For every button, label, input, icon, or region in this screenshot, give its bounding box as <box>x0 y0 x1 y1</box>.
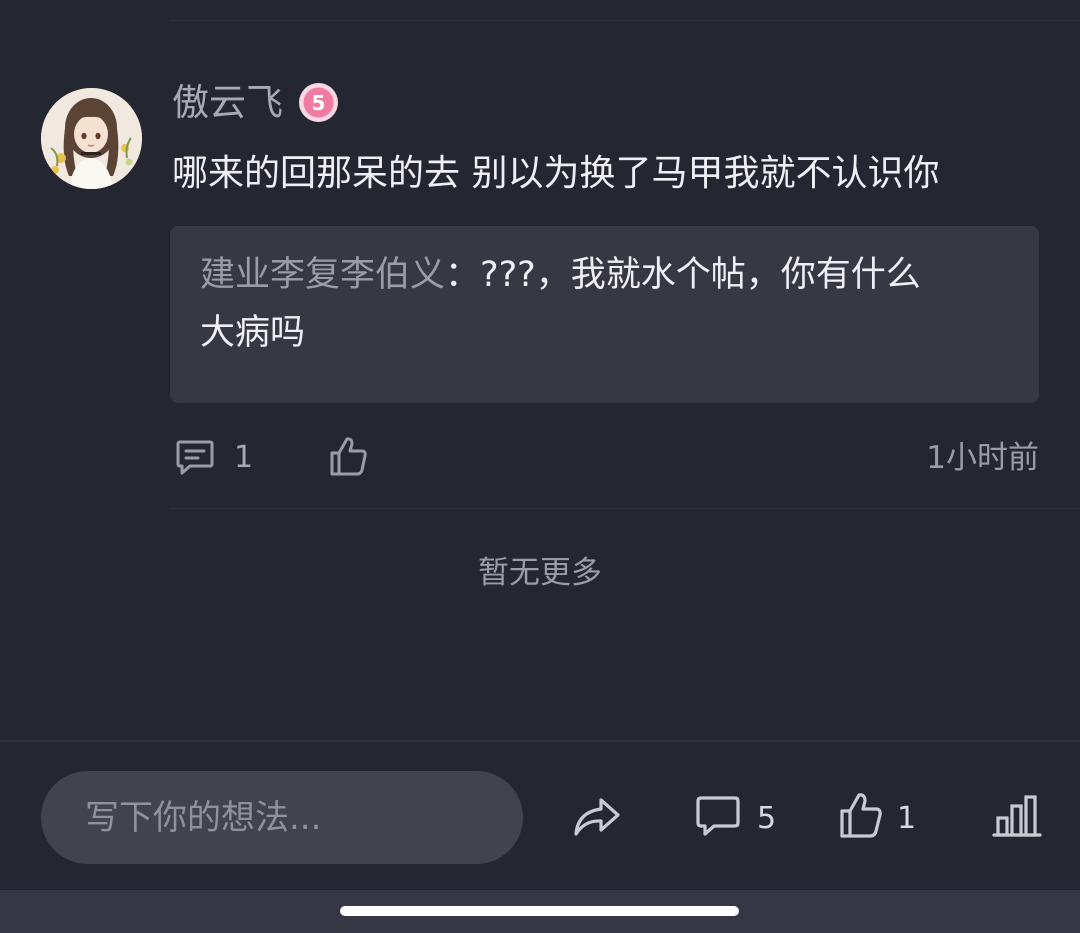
bottom-action-bar: 5 1 <box>0 740 1080 892</box>
reply-separator: ： <box>445 255 481 295</box>
comment-input-container[interactable] <box>41 771 523 864</box>
thumbs-up-icon[interactable] <box>838 790 884 840</box>
reply-text-line-1: ???，我就水个帖，你有什么 <box>480 255 921 295</box>
reply-count: 1 <box>234 440 254 475</box>
comment-count: 5 <box>757 801 777 836</box>
home-indicator[interactable] <box>340 906 739 916</box>
reply-author[interactable]: 建业李复李伯义 <box>200 255 445 295</box>
like-count: 1 <box>897 801 917 836</box>
reply-text-line-2: 大病吗 <box>200 313 306 353</box>
avatar[interactable] <box>41 88 142 189</box>
level-badge-icon: 5 <box>299 83 338 122</box>
reply-line-1: 建业李复李伯义：???，我就水个帖，你有什么 <box>200 240 1009 310</box>
divider <box>170 20 1080 21</box>
comment-input[interactable] <box>83 796 507 839</box>
avatar-illustration <box>41 88 142 189</box>
username[interactable]: 傲云飞 <box>172 80 283 126</box>
comment-bubble-icon[interactable] <box>694 792 742 840</box>
comment-actions: 1 1小时前 <box>172 432 1039 482</box>
thumbs-up-icon[interactable] <box>328 434 370 478</box>
level-number: 5 <box>312 91 326 115</box>
share-arrow-icon[interactable] <box>571 792 623 840</box>
divider <box>170 508 1080 509</box>
list-end-text: 暂无更多 <box>478 555 602 591</box>
system-navigation-area <box>0 890 1080 933</box>
bar-chart-icon[interactable] <box>992 794 1042 838</box>
comment-bubble-icon[interactable] <box>174 436 216 478</box>
reply-preview[interactable]: 建业李复李伯义：???，我就水个帖，你有什么 大病吗 <box>170 226 1039 403</box>
comment-time: 1小时前 <box>926 440 1039 476</box>
comment-screen: 傲云飞 5 哪来的回那呆的去 别以为换了马甲我就不认识你 建业李复李伯义：???… <box>0 0 1080 933</box>
comment-text: 哪来的回那呆的去 别以为换了马甲我就不认识你 <box>172 153 940 194</box>
